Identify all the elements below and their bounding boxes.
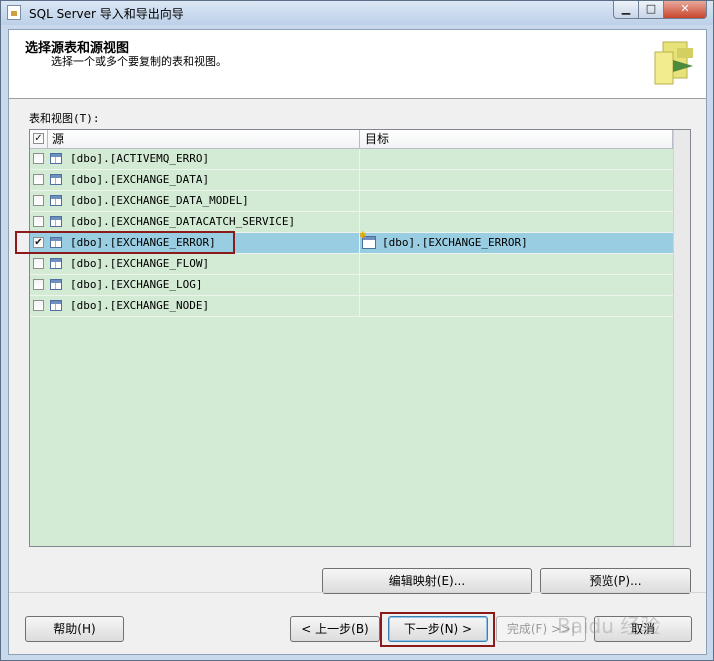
select-all-checkbox[interactable]: ✓ <box>33 133 44 144</box>
column-header-destination[interactable]: 目标 <box>360 130 673 148</box>
title-bar[interactable]: SQL Server 导入和导出向导 ▁ □ ✕ <box>1 1 713 25</box>
table-row[interactable]: [dbo].[EXCHANGE_FLOW] <box>30 254 673 275</box>
destination-cell[interactable] <box>360 296 673 317</box>
source-table-name: [dbo].[EXCHANGE_DATA_MODEL] <box>70 194 249 207</box>
destination-cell[interactable] <box>360 170 673 191</box>
table-icon <box>50 195 62 206</box>
destination-cell[interactable] <box>360 191 673 212</box>
destination-cell[interactable] <box>360 212 673 233</box>
table-row[interactable]: [dbo].[EXCHANGE_DATACATCH_SERVICE] <box>30 212 673 233</box>
grid-header: ✓ 源 目标 <box>30 130 673 149</box>
help-button[interactable]: 帮助(H) <box>25 616 124 642</box>
minimize-button[interactable]: ▁ <box>613 1 639 19</box>
preview-button[interactable]: 预览(P)... <box>540 568 691 594</box>
table-row[interactable]: [dbo].[EXCHANGE_DATA] <box>30 170 673 191</box>
source-cell[interactable]: [dbo].[EXCHANGE_FLOW] <box>48 254 360 275</box>
source-cell[interactable]: [dbo].[EXCHANGE_DATA] <box>48 170 360 191</box>
table-row[interactable]: [dbo].[EXCHANGE_LOG] <box>30 275 673 296</box>
source-table-name: [dbo].[EXCHANGE_LOG] <box>70 278 203 291</box>
back-button[interactable]: < 上一步(B) <box>290 616 380 642</box>
table-icon <box>50 300 62 311</box>
table-icon <box>50 279 62 290</box>
column-header-source[interactable]: 源 <box>48 130 360 148</box>
annotation-highlight-row <box>15 231 235 254</box>
wizard-banner-icon <box>654 41 693 85</box>
table-icon <box>50 258 62 269</box>
destination-cell[interactable] <box>360 275 673 296</box>
cancel-button[interactable]: 取消 <box>594 616 692 642</box>
row-checkbox[interactable] <box>33 216 44 227</box>
source-table-name: [dbo].[EXCHANGE_FLOW] <box>70 257 210 270</box>
table-row[interactable]: [dbo].[EXCHANGE_DATA_MODEL] <box>30 191 673 212</box>
new-table-icon: ✱ <box>359 232 376 249</box>
table-icon <box>50 153 62 164</box>
destination-cell[interactable] <box>360 149 673 170</box>
tables-views-label: 表和视图(T): <box>29 112 100 125</box>
row-checkbox[interactable] <box>33 279 44 290</box>
page-subtitle: 选择一个或多个要复制的表和视图。 <box>51 55 227 68</box>
source-cell[interactable]: [dbo].[EXCHANGE_LOG] <box>48 275 360 296</box>
source-cell[interactable]: [dbo].[EXCHANGE_NODE] <box>48 296 360 317</box>
destination-table-name: [dbo].[EXCHANGE_ERROR] <box>382 236 528 249</box>
source-table-name: [dbo].[EXCHANGE_NODE] <box>70 299 210 312</box>
source-cell[interactable]: [dbo].[ACTIVEMQ_ERRO] <box>48 149 360 170</box>
annotation-highlight-next <box>380 612 495 647</box>
wizard-window: SQL Server 导入和导出向导 ▁ □ ✕ 选择源表和源视图 选择一个或多… <box>0 0 714 661</box>
row-checkbox[interactable] <box>33 195 44 206</box>
source-cell[interactable]: [dbo].[EXCHANGE_DATA_MODEL] <box>48 191 360 212</box>
maximize-button[interactable]: □ <box>638 1 664 19</box>
tables-views-grid[interactable]: ✓ 源 目标 [dbo].[ACTIVEMQ_ERRO] [dbo].[EXCH… <box>29 129 691 547</box>
header-check-cell[interactable]: ✓ <box>30 130 48 148</box>
finish-button[interactable]: 完成(F) >>| <box>496 616 586 642</box>
app-icon <box>7 5 21 20</box>
close-button[interactable]: ✕ <box>663 1 707 19</box>
wizard-client-area: 选择源表和源视图 选择一个或多个要复制的表和视图。 表和视图(T): ✓ 源 目… <box>8 29 707 655</box>
row-checkbox[interactable] <box>33 300 44 311</box>
destination-cell[interactable] <box>360 254 673 275</box>
grid-scrollbar[interactable] <box>673 130 690 546</box>
edit-mappings-button[interactable]: 编辑映射(E)... <box>322 568 532 594</box>
row-checkbox[interactable] <box>33 258 44 269</box>
footer-divider <box>9 592 706 593</box>
source-table-name: [dbo].[EXCHANGE_DATA] <box>70 173 210 186</box>
destination-cell[interactable]: ✱ [dbo].[EXCHANGE_ERROR] <box>359 232 673 254</box>
table-row[interactable]: [dbo].[ACTIVEMQ_ERRO] <box>30 149 673 170</box>
wizard-header: 选择源表和源视图 选择一个或多个要复制的表和视图。 <box>9 30 706 99</box>
window-title: SQL Server 导入和导出向导 <box>29 7 184 21</box>
row-checkbox[interactable] <box>33 153 44 164</box>
table-icon <box>50 216 62 227</box>
row-checkbox[interactable] <box>33 174 44 185</box>
table-row[interactable]: [dbo].[EXCHANGE_NODE] <box>30 296 673 317</box>
source-table-name: [dbo].[EXCHANGE_DATACATCH_SERVICE] <box>70 215 296 228</box>
source-cell[interactable]: [dbo].[EXCHANGE_DATACATCH_SERVICE] <box>48 212 360 233</box>
table-icon <box>50 174 62 185</box>
source-table-name: [dbo].[ACTIVEMQ_ERRO] <box>70 152 210 165</box>
